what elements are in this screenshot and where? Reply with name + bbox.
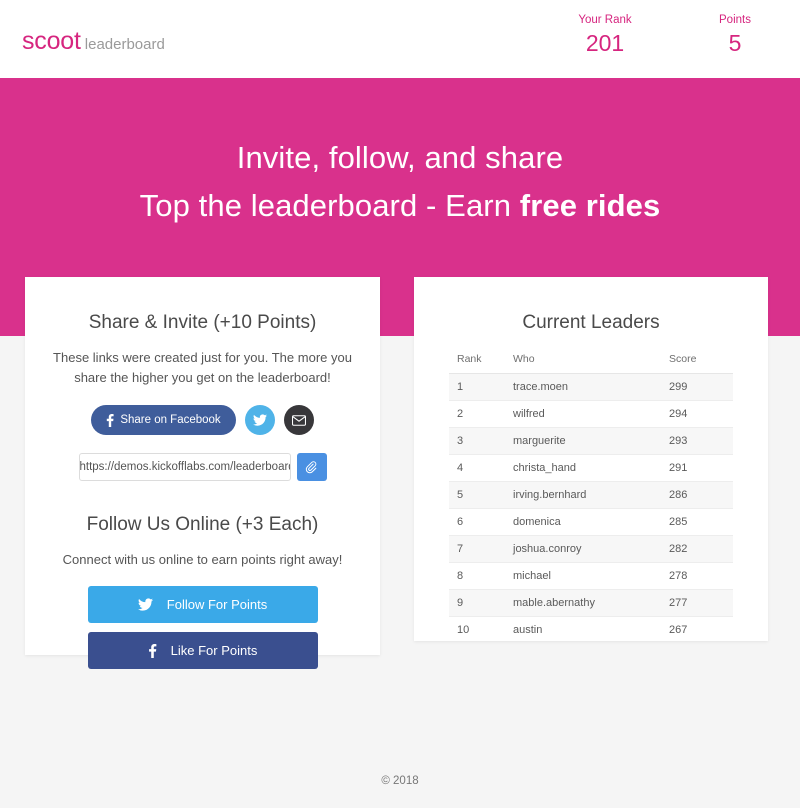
- cell-who: domenica: [505, 508, 661, 536]
- cell-score: 293: [661, 427, 733, 455]
- facebook-like-button[interactable]: Like For Points: [87, 632, 318, 669]
- cell-rank: 9: [449, 589, 505, 617]
- twitter-follow-label: Follow For Points: [166, 597, 268, 612]
- cell-score: 285: [661, 508, 733, 536]
- facebook-like-label: Like For Points: [170, 643, 258, 658]
- share-on-twitter-button[interactable]: [244, 405, 275, 435]
- cell-who: wilfred: [505, 400, 661, 428]
- twitter-bird-icon: [137, 598, 153, 611]
- your-rank-value: 201: [585, 30, 625, 56]
- leaderboard-table: Rank Who Score 1 trace.moen 299 2 wilfre…: [449, 353, 733, 643]
- site-footer: © 2018: [0, 775, 800, 787]
- cell-rank: 6: [449, 508, 505, 536]
- share-invite-description: These links were created just for you. T…: [53, 350, 352, 385]
- copyright-text: © 2018: [381, 775, 419, 787]
- hero-headline-line2: Top the leaderboard - Earn free rides: [0, 182, 800, 230]
- referral-link-input[interactable]: [78, 453, 291, 481]
- share-invite-title: Share & Invite (+10 Points): [88, 312, 317, 333]
- your-rank-label: Your Rank: [578, 14, 632, 26]
- follow-buttons-group: Follow For Points Like For Points: [25, 586, 380, 669]
- cell-rank: 8: [449, 562, 505, 590]
- brand-subtitle: leaderboard: [84, 36, 165, 53]
- table-row: 8 michael 278: [449, 562, 733, 590]
- cell-rank: 3: [449, 427, 505, 455]
- copy-link-button[interactable]: [296, 453, 327, 481]
- referral-link-row: [25, 453, 380, 481]
- cell-who: trace.moen: [505, 373, 661, 401]
- brand-name: scoot: [22, 27, 81, 55]
- cell-score: 286: [661, 481, 733, 509]
- cell-score: 294: [661, 400, 733, 428]
- cell-score: 278: [661, 562, 733, 590]
- cell-score: 267: [669, 624, 688, 636]
- cell-score: 299: [661, 373, 733, 401]
- table-row: 5 irving.bernhard 286: [449, 481, 733, 509]
- paperclip-icon: [305, 460, 318, 474]
- site-header: scoot leaderboard Your Rank 201 Points 5: [0, 0, 800, 78]
- table-row: 2 wilfred 294: [449, 400, 733, 428]
- cell-who: marguerite: [505, 427, 661, 455]
- cell-score: 282: [661, 535, 733, 563]
- table-row: 10 austin 267: [449, 617, 733, 644]
- header-stats: Your Rank 201 Points 5: [540, 12, 800, 58]
- cell-rank: 2: [449, 400, 505, 428]
- cell-who: christa_hand: [505, 454, 661, 482]
- table-row: 9 mable.abernathy 277: [449, 589, 733, 617]
- share-buttons-row: Share on Facebook: [25, 405, 380, 435]
- current-leaders-title: Current Leaders: [522, 312, 660, 333]
- twitter-follow-button[interactable]: Follow For Points: [87, 586, 318, 623]
- cell-score: 291: [661, 454, 733, 482]
- column-header-score: Score: [661, 353, 733, 374]
- share-by-email-button[interactable]: [283, 405, 314, 435]
- hero-headline-emphasis: free rides: [519, 188, 661, 223]
- cell-rank: 7: [449, 535, 505, 563]
- column-header-rank: Rank: [449, 353, 505, 374]
- follow-us-title: Follow Us Online (+3 Each): [86, 514, 319, 535]
- cell-who: austin: [513, 624, 543, 636]
- cell-score: 277: [661, 589, 733, 617]
- hero-headline-line2-prefix: Top the leaderboard - Earn: [139, 188, 520, 223]
- column-header-who: Who: [505, 353, 661, 374]
- cell-who: joshua.conroy: [505, 535, 661, 563]
- facebook-f-icon: [148, 643, 157, 658]
- envelope-icon: [291, 414, 306, 426]
- leaderboard-header-row: Rank Who Score: [449, 353, 733, 374]
- cell-rank: 5: [449, 481, 505, 509]
- points-value: 5: [728, 30, 742, 56]
- points-stat: Points 5: [670, 12, 800, 58]
- cell-rank: 1: [449, 373, 505, 401]
- table-row: 1 trace.moen 299: [449, 373, 733, 401]
- cell-who: michael: [505, 562, 661, 590]
- brand-logo[interactable]: scoot leaderboard: [22, 27, 165, 56]
- twitter-bird-icon: [252, 414, 267, 426]
- points-label: Points: [719, 14, 751, 26]
- table-row: 3 marguerite 293: [449, 427, 733, 455]
- table-row: 4 christa_hand 291: [449, 454, 733, 482]
- follow-us-description: Connect with us online to earn points ri…: [62, 552, 343, 567]
- leaderboard-table-body: 1 trace.moen 299 2 wilfred 294 3 marguer…: [449, 373, 733, 644]
- current-leaders-card: Current Leaders Rank Who Score 1 trace.m…: [414, 277, 768, 641]
- cell-rank: 10: [457, 624, 470, 636]
- table-row: 7 joshua.conroy 282: [449, 535, 733, 563]
- share-on-facebook-label: Share on Facebook: [120, 414, 221, 426]
- hero-headline-line1: Invite, follow, and share: [236, 140, 564, 175]
- cell-who: irving.bernhard: [505, 481, 661, 509]
- facebook-f-icon: [106, 413, 114, 427]
- hero-text-block: Invite, follow, and share Top the leader…: [0, 134, 800, 230]
- leaderboard-table-head: Rank Who Score: [449, 353, 733, 374]
- cell-who: mable.abernathy: [505, 589, 661, 617]
- share-and-follow-card: Share & Invite (+10 Points) These links …: [25, 277, 380, 669]
- share-on-facebook-button[interactable]: Share on Facebook: [91, 405, 236, 435]
- cell-rank: 4: [449, 454, 505, 482]
- your-rank-stat: Your Rank 201: [540, 12, 670, 58]
- table-row: 6 domenica 285: [449, 508, 733, 536]
